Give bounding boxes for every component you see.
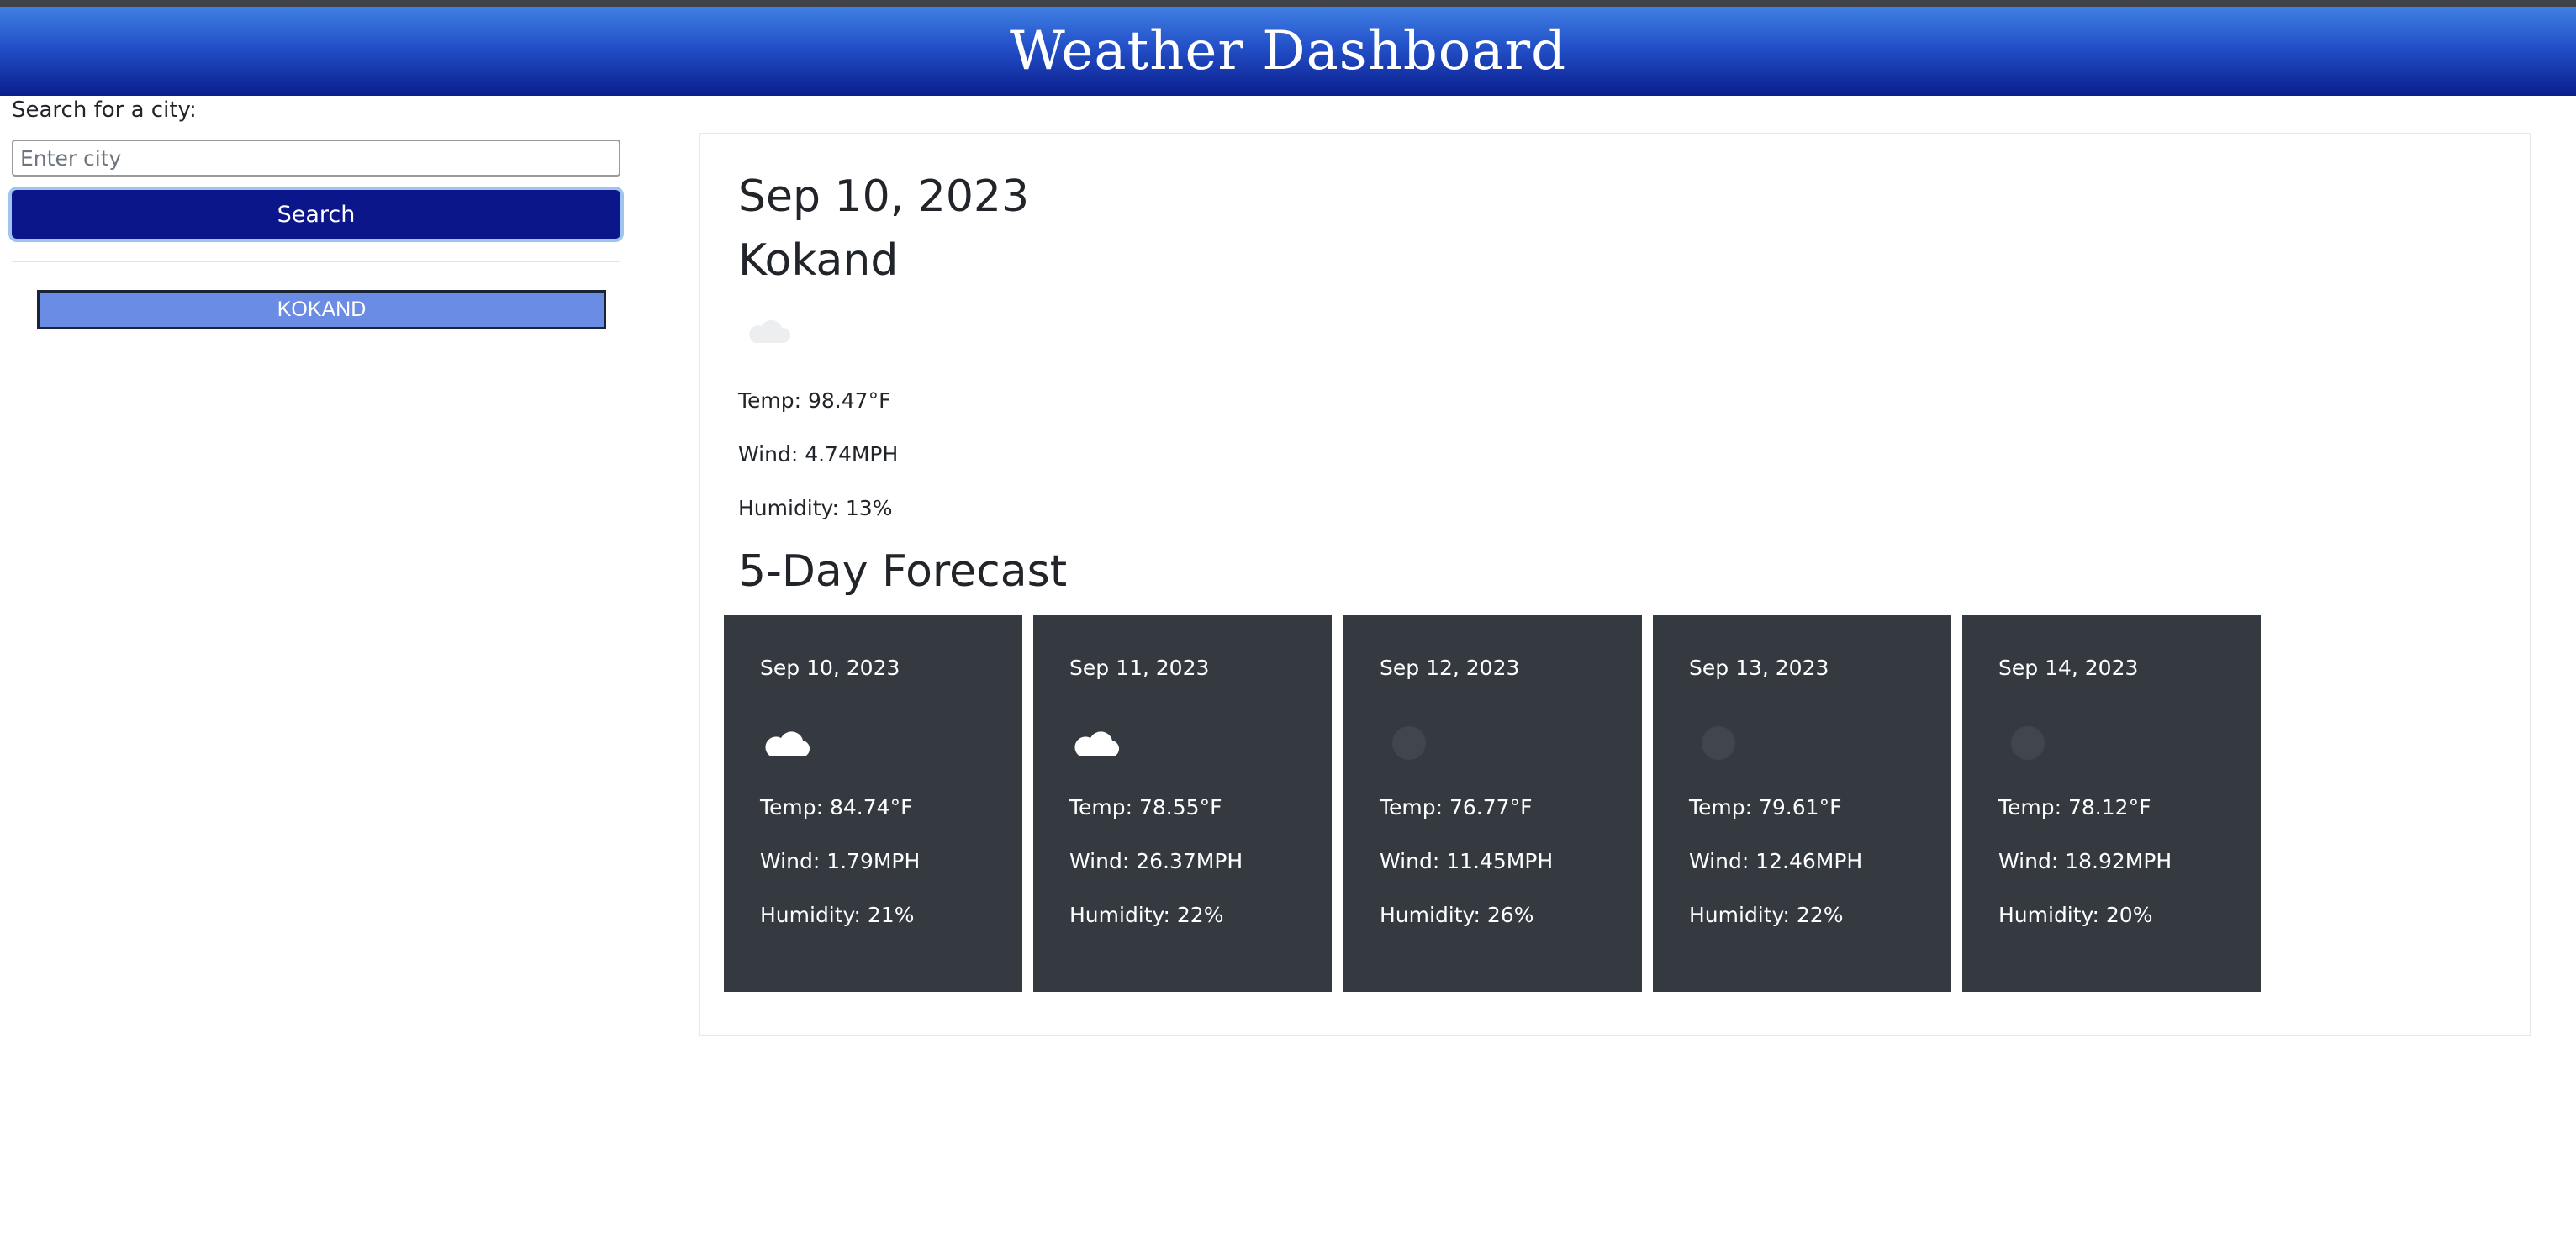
clear-icon (1702, 726, 1735, 760)
current-humidity: Humidity: 13% (738, 496, 893, 520)
current-temp: Temp: 98.47°F (738, 388, 891, 413)
forecast-date: Sep 10, 2023 (760, 656, 900, 680)
forecast-temp: Temp: 78.12°F (1998, 795, 2151, 820)
cloud-icon (1074, 731, 1120, 756)
forecast-title: 5-Day Forecast (738, 546, 1068, 597)
top-edge-bar (0, 0, 2576, 7)
forecast-temp: Temp: 78.55°F (1069, 795, 1222, 820)
forecast-temp: Temp: 79.61°F (1689, 795, 1842, 820)
clear-icon (1392, 726, 1426, 760)
forecast-card: Sep 12, 2023 Temp: 76.77°F Wind: 11.45MP… (1343, 615, 1642, 992)
forecast-wind: Wind: 26.37MPH (1069, 849, 1243, 873)
forecast-date: Sep 14, 2023 (1998, 656, 2139, 680)
page-title: Weather Dashboard (1009, 20, 1567, 82)
current-date: Sep 10, 2023 (738, 171, 1030, 222)
forecast-temp: Temp: 76.77°F (1380, 795, 1533, 820)
history-city-button[interactable]: KOKAND (37, 290, 606, 329)
forecast-wind: Wind: 12.46MPH (1689, 849, 1863, 873)
search-label: Search for a city: (12, 98, 197, 123)
page-header: Weather Dashboard (0, 7, 2576, 96)
forecast-date: Sep 12, 2023 (1380, 656, 1520, 680)
forecast-humidity: Humidity: 20% (1998, 903, 2153, 927)
forecast-wind: Wind: 1.79MPH (760, 849, 921, 873)
forecast-humidity: Humidity: 26% (1380, 903, 1534, 927)
forecast-date: Sep 11, 2023 (1069, 656, 1210, 680)
forecast-humidity: Humidity: 22% (1689, 903, 1844, 927)
sidebar-divider (12, 261, 620, 262)
forecast-wind: Wind: 11.45MPH (1380, 849, 1554, 873)
forecast-wind: Wind: 18.92MPH (1998, 849, 2172, 873)
forecast-temp: Temp: 84.74°F (760, 795, 913, 820)
forecast-card: Sep 11, 2023 Temp: 78.55°F Wind: 26.37MP… (1033, 615, 1332, 992)
forecast-card: Sep 10, 2023 Temp: 84.74°F Wind: 1.79MPH… (724, 615, 1022, 992)
current-city: Kokand (738, 235, 899, 286)
city-search-input[interactable] (12, 140, 620, 177)
cloud-icon (749, 319, 791, 343)
forecast-humidity: Humidity: 22% (1069, 903, 1224, 927)
forecast-card: Sep 13, 2023 Temp: 79.61°F Wind: 12.46MP… (1653, 615, 1951, 992)
forecast-humidity: Humidity: 21% (760, 903, 915, 927)
forecast-card: Sep 14, 2023 Temp: 78.12°F Wind: 18.92MP… (1962, 615, 2261, 992)
cloud-icon (765, 731, 810, 756)
forecast-date: Sep 13, 2023 (1689, 656, 1829, 680)
search-button[interactable]: Search (12, 190, 620, 239)
clear-icon (2011, 726, 2045, 760)
current-wind: Wind: 4.74MPH (738, 442, 899, 466)
